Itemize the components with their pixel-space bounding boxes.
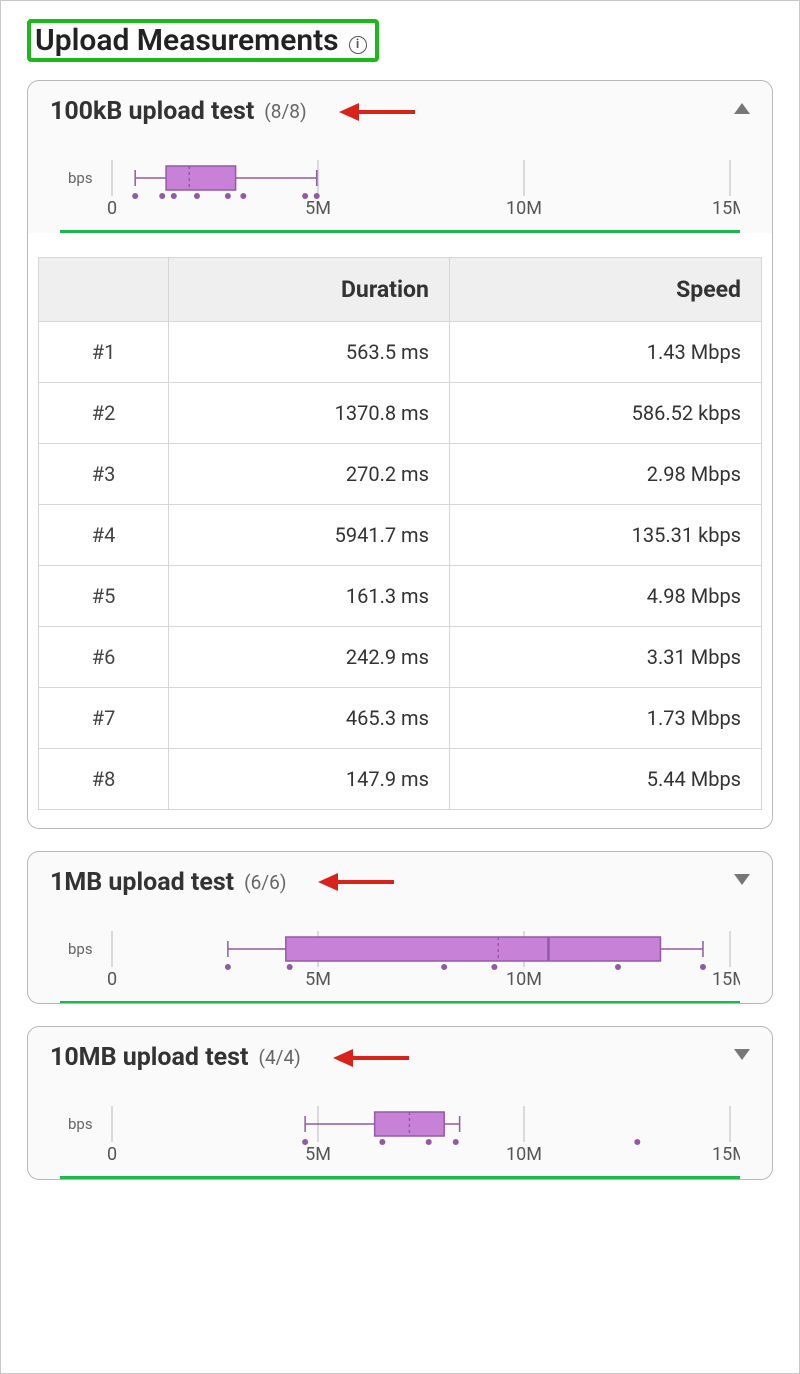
panels-container: 100kB upload test (8/8) 0 5M 10M 15M bps Dur… (27, 80, 773, 1180)
table-cell: 1.43 Mbps (449, 321, 761, 382)
table-cell: #3 (39, 443, 169, 504)
svg-text:0: 0 (107, 1144, 117, 1165)
table-row: #7465.3 ms1.73 Mbps (39, 687, 762, 748)
table-header: Duration (169, 257, 450, 321)
table-cell: #4 (39, 504, 169, 565)
table-row: #8147.9 ms5.44 Mbps (39, 748, 762, 809)
table-cell: #7 (39, 687, 169, 748)
panel-header[interactable]: 10MB upload test (4/4) 0 5M 10M 15M bps (28, 1027, 772, 1179)
table-cell: 2.98 Mbps (449, 443, 761, 504)
panel-title: 10MB upload test (50, 1043, 248, 1072)
panel-header[interactable]: 100kB upload test (8/8) 0 5M 10M 15M bps (28, 81, 772, 233)
svg-text:10M: 10M (506, 198, 542, 219)
panel-count: (6/6) (244, 871, 286, 894)
svg-text:10M: 10M (506, 1144, 542, 1165)
svg-text:15M: 15M (712, 198, 740, 219)
section-title: Upload Measurements i (27, 19, 379, 62)
table-cell: 3.31 Mbps (449, 626, 761, 687)
plot-baseline (60, 230, 740, 233)
panel-title: 100kB upload test (50, 97, 254, 126)
annotation-arrow-icon (316, 869, 396, 895)
chevron-down-icon[interactable] (734, 1049, 750, 1060)
svg-text:bps: bps (68, 940, 93, 958)
table-header: Speed (449, 257, 761, 321)
svg-text:15M: 15M (712, 1144, 740, 1165)
table-row: #5161.3 ms4.98 Mbps (39, 565, 762, 626)
table-row: #1563.5 ms1.43 Mbps (39, 321, 762, 382)
section-title-text: Upload Measurements (35, 23, 339, 58)
upload-test-panel: 10MB upload test (4/4) 0 5M 10M 15M bps (27, 1026, 773, 1180)
panel-count: (4/4) (258, 1046, 300, 1069)
table-row: #45941.7 ms135.31 kbps (39, 504, 762, 565)
plot-baseline (60, 1176, 740, 1179)
annotation-arrow-icon (337, 99, 417, 125)
boxplot-area: 0 5M 10M 15M bps (50, 897, 750, 1004)
table-cell: 5.44 Mbps (449, 748, 761, 809)
table-cell: #5 (39, 565, 169, 626)
info-icon[interactable]: i (349, 36, 367, 54)
upload-test-panel: 100kB upload test (8/8) 0 5M 10M 15M bps Dur… (27, 80, 773, 829)
table-header (39, 257, 169, 321)
table-cell: 135.31 kbps (449, 504, 761, 565)
table-cell: #8 (39, 748, 169, 809)
panel-title-row: 10MB upload test (4/4) (50, 1043, 750, 1072)
table-cell: 147.9 ms (169, 748, 450, 809)
table-cell: 4.98 Mbps (449, 565, 761, 626)
chevron-up-icon[interactable] (734, 103, 750, 114)
table-cell: 270.2 ms (169, 443, 450, 504)
svg-text:bps: bps (68, 1115, 93, 1133)
table-cell: #1 (39, 321, 169, 382)
table-cell: 1.73 Mbps (449, 687, 761, 748)
table-cell: 242.9 ms (169, 626, 450, 687)
table-cell: 563.5 ms (169, 321, 450, 382)
page: Upload Measurements i 100kB upload test … (0, 0, 800, 1374)
plot-baseline (60, 1001, 740, 1004)
table-cell: 161.3 ms (169, 565, 450, 626)
panel-title: 1MB upload test (50, 868, 234, 897)
boxplot-area: 0 5M 10M 15M bps (50, 1072, 750, 1179)
boxplot-area: 0 5M 10M 15M bps (50, 126, 750, 233)
panel-title-row: 100kB upload test (8/8) (50, 97, 750, 126)
table-row: #6242.9 ms3.31 Mbps (39, 626, 762, 687)
svg-text:bps: bps (68, 169, 93, 187)
measurements-table: DurationSpeed#1563.5 ms1.43 Mbps#21370.8… (38, 257, 762, 810)
svg-text:5M: 5M (305, 198, 331, 219)
svg-text:0: 0 (107, 969, 117, 990)
svg-text:5M: 5M (305, 1144, 331, 1165)
panel-count: (8/8) (264, 100, 306, 123)
table-cell: 5941.7 ms (169, 504, 450, 565)
svg-text:0: 0 (107, 198, 117, 219)
table-cell: #6 (39, 626, 169, 687)
upload-test-panel: 1MB upload test (6/6) 0 5M 10M 15M bps (27, 851, 773, 1005)
table-cell: #2 (39, 382, 169, 443)
svg-text:5M: 5M (305, 969, 331, 990)
panel-title-row: 1MB upload test (6/6) (50, 868, 750, 897)
annotation-arrow-icon (331, 1045, 411, 1071)
panel-header[interactable]: 1MB upload test (6/6) 0 5M 10M 15M bps (28, 852, 772, 1004)
svg-text:15M: 15M (712, 969, 740, 990)
table-cell: 465.3 ms (169, 687, 450, 748)
table-row: #3270.2 ms2.98 Mbps (39, 443, 762, 504)
chevron-down-icon[interactable] (734, 874, 750, 885)
table-cell: 586.52 kbps (449, 382, 761, 443)
table-wrapper: DurationSpeed#1563.5 ms1.43 Mbps#21370.8… (28, 233, 772, 828)
svg-text:10M: 10M (506, 969, 542, 990)
table-row: #21370.8 ms586.52 kbps (39, 382, 762, 443)
table-cell: 1370.8 ms (169, 382, 450, 443)
